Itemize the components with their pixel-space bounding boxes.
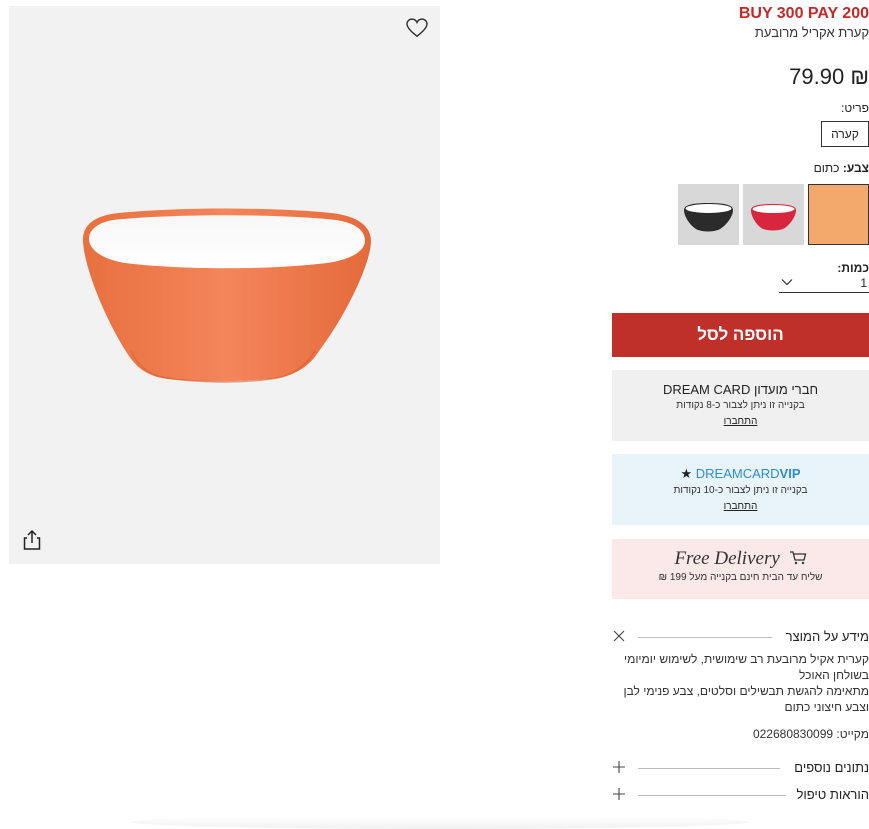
vip-card-points: בקנייה זו ניתן לצבור כ-10 נקודות <box>673 485 808 496</box>
product-info-title: מידע על המוצר <box>785 629 869 644</box>
plus-icon[interactable] <box>612 760 626 774</box>
divider <box>638 637 772 638</box>
swatch-orange[interactable] <box>808 184 869 245</box>
item-label: פריט: <box>840 101 869 115</box>
item-option-button[interactable]: קערה <box>821 121 869 147</box>
dream-card-points: בקנייה זו ניתן לצבור כ-8 נקודות <box>676 400 805 411</box>
dream-card-box: חברי מועדון DREAM CARD בקנייה זו ניתן לצ… <box>612 370 869 441</box>
quantity-select[interactable]: 1 <box>779 276 869 293</box>
product-sku: מקייט: 022680830099 <box>752 727 869 741</box>
star-icon: ★ <box>680 466 693 481</box>
color-label-row: צבע: כתום <box>814 161 869 175</box>
vip-brand-bold: VIP <box>779 466 801 481</box>
product-price: ₪ 79.90 <box>789 64 869 89</box>
more-data-header[interactable]: נתונים נוספים <box>612 760 869 778</box>
dream-card-title: חברי מועדון DREAM CARD <box>662 382 819 397</box>
free-delivery-title: Free Delivery <box>612 548 869 570</box>
description-line-1: קערית אקיל מרובעת רב שימושית, לשימוש יומ… <box>623 652 869 682</box>
swatch-black[interactable] <box>678 184 739 245</box>
quantity-value: 1 <box>860 276 867 290</box>
more-data-title: נתונים נוספים <box>794 760 869 775</box>
cart-icon <box>789 551 806 565</box>
heart-icon[interactable] <box>406 18 428 38</box>
divider <box>638 795 786 796</box>
swatch-red[interactable] <box>743 184 804 245</box>
product-name: קערת אקריל מרובעת <box>754 25 869 40</box>
vip-card-box: ★ DREAMCARDVIP בקנייה זו ניתן לצבור כ-10… <box>612 454 869 525</box>
black-bowl-thumb <box>678 184 739 245</box>
vip-brand-light: DREAMCARD <box>695 466 780 481</box>
product-info-header[interactable]: מידע על המוצר <box>612 629 869 647</box>
vip-card-title: ★ DREAMCARDVIP <box>612 466 869 482</box>
free-delivery-box: Free Delivery שליח עד הבית חינם בקנייה מ… <box>612 539 869 599</box>
qty-label: כמות: <box>837 261 869 275</box>
promo-badge[interactable]: BUY 300 PAY 200 <box>612 5 869 23</box>
divider <box>638 768 780 769</box>
care-title: הוראות טיפול <box>796 787 869 802</box>
free-delivery-subtitle: שליח עד הבית חינם בקנייה מעל 199 ₪ <box>658 572 823 583</box>
red-bowl-thumb <box>743 184 804 245</box>
product-image <box>83 208 371 383</box>
share-icon[interactable] <box>23 530 41 550</box>
description-line-2: מתאימה להגשת תבשילים וסלטים, צבע פנימי ל… <box>623 684 869 714</box>
product-description: קערית אקיל מרובעת רב שימושית, לשימוש יומ… <box>612 651 869 715</box>
chevron-down-icon <box>781 279 793 286</box>
add-to-cart-button[interactable]: הוספה לסל <box>612 313 869 357</box>
vip-card-login-link[interactable]: התחברו <box>724 501 758 512</box>
product-gallery <box>9 6 440 564</box>
color-swatches <box>678 184 869 245</box>
bottom-shadow <box>130 815 750 829</box>
plus-icon[interactable] <box>612 787 626 801</box>
close-icon[interactable] <box>612 629 626 643</box>
dream-card-login-link[interactable]: התחברו <box>724 416 758 427</box>
color-label: צבע: <box>842 161 869 175</box>
care-header[interactable]: הוראות טיפול <box>612 787 869 805</box>
color-value: כתום <box>813 161 840 175</box>
